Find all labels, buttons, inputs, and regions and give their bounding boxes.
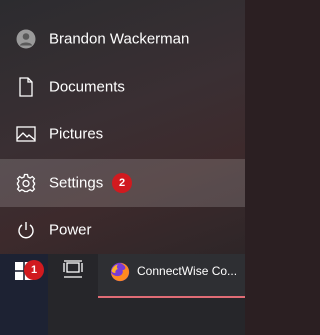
step-badge-1: 1 <box>24 260 44 280</box>
firefox-window-title: ConnectWise Co... <box>137 264 238 278</box>
user-account-item[interactable]: Brandon Wackerman <box>0 15 245 63</box>
documents-item[interactable]: Documents <box>0 63 245 111</box>
firefox-icon <box>110 262 130 282</box>
pictures-item[interactable]: Pictures <box>0 110 245 158</box>
user-avatar-icon <box>15 28 37 50</box>
firefox-taskbar-button[interactable]: ConnectWise Co... <box>98 254 245 298</box>
start-menu: Brandon Wackerman Documents Pictures Set… <box>0 0 245 254</box>
settings-label: Settings <box>49 174 104 192</box>
settings-item[interactable]: Settings 2 <box>0 159 245 207</box>
user-name-label: Brandon Wackerman <box>49 30 190 48</box>
documents-label: Documents <box>49 78 125 96</box>
task-view-icon <box>63 259 83 283</box>
pictures-label: Pictures <box>49 125 104 143</box>
gear-icon <box>15 172 37 194</box>
step-badge-2: 2 <box>112 173 132 193</box>
power-item[interactable]: Power <box>0 206 245 254</box>
power-icon <box>15 219 37 241</box>
document-icon <box>15 76 37 98</box>
pictures-icon <box>15 123 37 145</box>
power-label: Power <box>49 221 92 239</box>
task-view-button[interactable] <box>58 256 88 286</box>
